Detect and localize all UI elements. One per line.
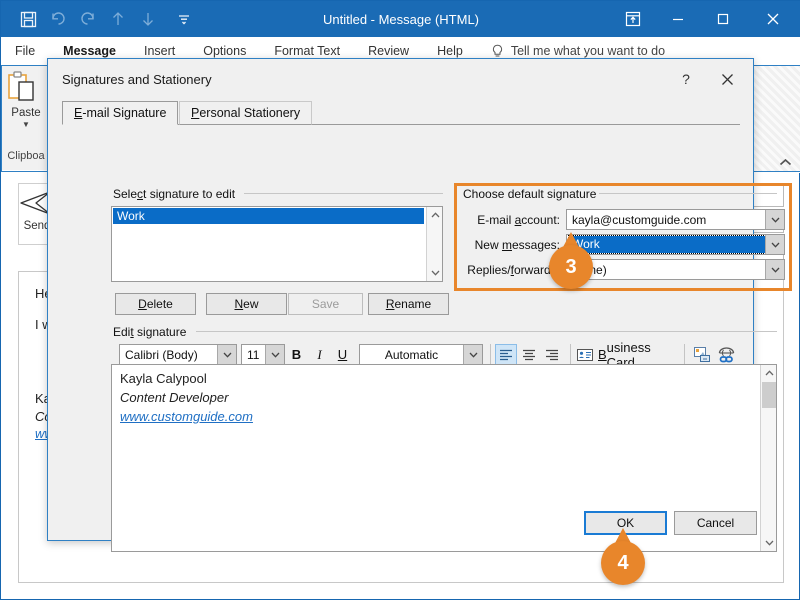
- cancel-button[interactable]: Cancel: [674, 511, 757, 535]
- qat-more-icon[interactable]: [169, 4, 199, 34]
- signatures-and-stationery-dialog: Signatures and Stationery ? E-mail Signa…: [47, 58, 792, 552]
- tab-personal-stationery[interactable]: Personal Stationery: [179, 101, 313, 125]
- chevron-down-icon[interactable]: [765, 235, 784, 254]
- scroll-down-icon[interactable]: [761, 535, 777, 551]
- font-color-value: Automatic: [384, 347, 439, 362]
- down-arrow-icon[interactable]: [133, 4, 163, 34]
- quick-access-toolbar: [1, 4, 199, 34]
- align-center-icon[interactable]: [518, 344, 540, 365]
- save-icon[interactable]: [13, 4, 43, 34]
- ribbon-tab-file[interactable]: File: [1, 37, 49, 65]
- maximize-icon[interactable]: [700, 1, 745, 37]
- signature-list-scrollbar[interactable]: [426, 207, 442, 281]
- font-family-combobox[interactable]: Calibri (Body): [119, 344, 237, 365]
- paste-button[interactable]: Paste ▼: [4, 70, 48, 144]
- edit-signature-group-label: Edit signature: [110, 325, 190, 339]
- align-right-icon[interactable]: [541, 344, 563, 365]
- tab-personal-stationery-label: ersonal Stationery: [199, 106, 301, 120]
- chevron-down-icon[interactable]: [217, 345, 236, 364]
- paste-label: Paste: [11, 107, 41, 119]
- list-item[interactable]: Work: [113, 208, 424, 224]
- help-icon[interactable]: ?: [671, 66, 701, 92]
- signature-listbox[interactable]: Work: [111, 206, 443, 282]
- undo-icon[interactable]: [43, 4, 73, 34]
- tell-me-label: Tell me what you want to do: [510, 44, 666, 58]
- redo-icon[interactable]: [73, 4, 103, 34]
- business-card-icon: [577, 348, 593, 361]
- email-account-label: E-mail account:: [477, 213, 560, 227]
- replies-forwards-label: Replies/forwards:: [467, 263, 560, 277]
- align-left-icon[interactable]: [495, 344, 517, 365]
- minimize-icon[interactable]: [655, 1, 700, 37]
- paste-icon: [4, 70, 48, 106]
- signature-line-link[interactable]: www.customguide.com: [120, 409, 253, 424]
- new-button[interactable]: New: [206, 293, 287, 315]
- email-account-value: kayla@customguide.com: [572, 212, 707, 227]
- save-button: Save: [288, 293, 363, 315]
- scroll-up-icon[interactable]: [427, 207, 443, 223]
- chevron-down-icon[interactable]: [265, 345, 284, 364]
- replies-forwards-combobox[interactable]: (none): [566, 259, 785, 280]
- close-icon[interactable]: [745, 1, 800, 37]
- insert-picture-icon[interactable]: [691, 344, 713, 365]
- signature-line-name: Kayla Calypool: [120, 371, 207, 386]
- tell-me-box[interactable]: Tell me what you want to do: [477, 44, 665, 59]
- select-signature-group-label: Select signature to edit: [110, 187, 239, 201]
- callout-4: 4: [601, 541, 645, 585]
- chevron-down-icon[interactable]: [463, 345, 482, 364]
- tab-email-signature[interactable]: E-mail Signature: [62, 101, 179, 125]
- new-messages-combobox[interactable]: Work: [566, 234, 785, 255]
- font-size-combobox[interactable]: 11: [241, 344, 285, 365]
- choose-default-group-rule: [594, 193, 777, 194]
- clipboard-group: Paste ▼ Clipboa: [2, 66, 50, 170]
- callout-3: 3: [549, 245, 593, 289]
- new-messages-label: New messages:: [474, 238, 560, 252]
- scrollbar-thumb[interactable]: [762, 382, 776, 408]
- select-signature-group-rule: [244, 193, 443, 194]
- scroll-up-icon[interactable]: [761, 365, 777, 381]
- chevron-down-icon[interactable]: ▼: [4, 121, 48, 129]
- chevron-down-icon[interactable]: [765, 210, 784, 229]
- new-messages-value: Work: [568, 235, 766, 254]
- font-family-value: Calibri (Body): [125, 347, 198, 362]
- edit-signature-group-rule: [196, 331, 777, 332]
- bold-button[interactable]: B: [285, 344, 308, 365]
- tab-email-signature-label: -mail Signature: [82, 106, 167, 120]
- insert-hyperlink-icon[interactable]: [714, 344, 738, 365]
- signature-edit-scrollbar[interactable]: [760, 365, 776, 551]
- toolbar-separator-3: [684, 344, 685, 365]
- up-arrow-icon[interactable]: [103, 4, 133, 34]
- lightbulb-icon: [491, 44, 504, 59]
- scroll-down-icon[interactable]: [427, 265, 443, 281]
- italic-button[interactable]: I: [308, 344, 331, 365]
- title-bar: Untitled - Message (HTML): [1, 1, 800, 37]
- delete-button[interactable]: Delete: [115, 293, 196, 315]
- close-icon[interactable]: [709, 66, 745, 92]
- dialog-title: Signatures and Stationery: [62, 72, 212, 87]
- font-color-combobox[interactable]: Automatic: [359, 344, 483, 365]
- font-size-value: 11: [247, 347, 260, 362]
- replies-forwards-value: (none): [567, 263, 765, 277]
- signature-line-title: Content Developer: [120, 390, 229, 405]
- chevron-up-icon[interactable]: [779, 158, 792, 167]
- toolbar-separator-2: [570, 344, 571, 365]
- toolbar-separator: [490, 344, 491, 365]
- business-card-button[interactable]: Business Card: [577, 340, 677, 370]
- rename-button[interactable]: Rename: [368, 293, 449, 315]
- chevron-down-icon[interactable]: [765, 260, 784, 279]
- choose-default-group-label: Choose default signature: [460, 187, 600, 201]
- dialog-tabs: E-mail Signature Personal Stationery: [62, 101, 740, 125]
- ribbon-display-options-icon[interactable]: [610, 1, 655, 37]
- underline-button[interactable]: U: [331, 344, 354, 365]
- clipboard-group-label: Clipboa: [7, 150, 45, 162]
- email-account-combobox[interactable]: kayla@customguide.com: [566, 209, 785, 230]
- window-controls: [610, 1, 800, 37]
